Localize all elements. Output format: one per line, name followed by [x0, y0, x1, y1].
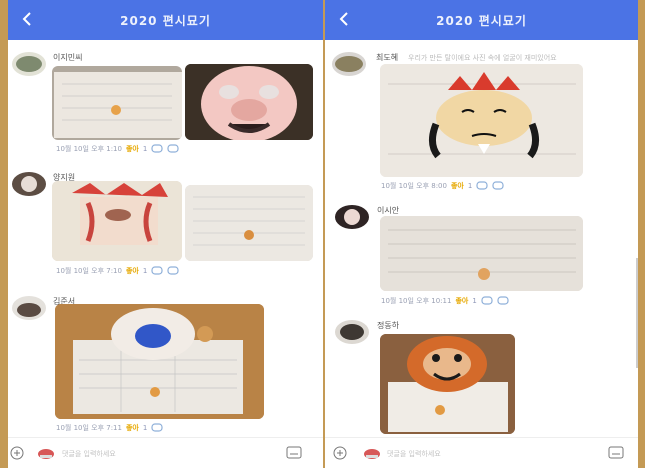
like-badge[interactable]: 좋아	[451, 181, 464, 191]
comment-bar: 댓글을 입력하세요	[8, 437, 323, 468]
post-photo[interactable]	[380, 334, 515, 434]
comment-input[interactable]: 댓글을 입력하세요	[387, 449, 441, 459]
like-badge[interactable]: 좋아	[455, 296, 468, 306]
avatar	[332, 52, 366, 76]
like-badge[interactable]: 좋아	[126, 266, 139, 276]
right-frame	[638, 0, 645, 468]
post-photo[interactable]	[55, 304, 264, 419]
comment-icon[interactable]	[167, 144, 179, 154]
right-panel: 2020 편시묘기 최도혜 우리가 만든 탈이에요 사진 속에 얼굴이 재미있어…	[325, 0, 638, 468]
comment-icon[interactable]	[167, 266, 179, 276]
back-arrow-icon[interactable]	[335, 10, 353, 28]
avatar	[12, 52, 46, 76]
post-date: 10월 10일 오후 1:10	[56, 145, 122, 153]
user-avatar-icon	[36, 446, 56, 460]
post-meta: 10월 10일 오후 7:10 좋아 1	[56, 265, 179, 277]
header-title: 2020 편시묘기	[120, 13, 211, 28]
comment-icon[interactable]	[151, 266, 163, 276]
user-avatar-icon	[362, 446, 382, 460]
add-icon[interactable]	[333, 446, 347, 460]
post-author: 이지민씨	[53, 53, 83, 62]
emoji-icon[interactable]	[608, 446, 624, 460]
comment-icon[interactable]	[497, 296, 509, 306]
post-meta: 10월 10일 오후 1:10 좋아 1	[56, 143, 179, 155]
left-panel: 2020 편시묘기 이지민씨 10월 10일 오후 1:10 좋아 1 양지원 …	[8, 0, 323, 468]
post-author: 최도혜	[376, 53, 399, 62]
like-badge[interactable]: 좋아	[126, 423, 139, 433]
avatar	[335, 205, 369, 229]
add-icon[interactable]	[10, 446, 24, 460]
like-count: 1	[142, 145, 148, 153]
post-photo[interactable]	[185, 64, 313, 140]
like-count: 1	[472, 297, 477, 305]
post-photo[interactable]	[52, 181, 182, 261]
post-author: 이시안	[377, 206, 400, 215]
like-count: 1	[467, 182, 473, 190]
comment-icon[interactable]	[492, 181, 504, 191]
post-meta: 10월 10일 오후 8:00 좋아 1	[381, 180, 504, 192]
left-frame	[0, 0, 8, 468]
comment-bar: 댓글을 입력하세요	[325, 437, 638, 468]
like-count: 1	[142, 267, 148, 275]
post-caption: 우리가 만든 탈이에요 사진 속에 얼굴이 재미있어요	[408, 54, 557, 62]
post-photo[interactable]	[380, 216, 583, 291]
post-photo[interactable]	[380, 64, 583, 177]
header-title: 2020 편시묘기	[436, 13, 527, 28]
like-count: 1	[142, 424, 148, 432]
like-badge[interactable]: 좋아	[126, 144, 139, 154]
post-author: 정동하	[377, 321, 400, 330]
post-date: 10월 10일 오후 8:00	[381, 182, 447, 190]
avatar	[335, 320, 369, 344]
top-header: 2020 편시묘기	[325, 0, 638, 40]
back-arrow-icon[interactable]	[18, 10, 36, 28]
post-date: 10월 10일 오후 7:11	[56, 424, 122, 432]
top-header: 2020 편시묘기	[8, 0, 323, 40]
post-meta: 10월 10일 오후 7:11 좋아 1	[56, 422, 163, 434]
emoji-icon[interactable]	[286, 446, 302, 460]
post-meta: 10월 10일 오후 10:11 좋아 1	[381, 295, 509, 307]
comment-icon[interactable]	[151, 423, 163, 433]
post-photo[interactable]	[52, 66, 182, 140]
comment-icon[interactable]	[481, 296, 493, 306]
avatar	[12, 172, 46, 196]
comment-icon[interactable]	[151, 144, 163, 154]
avatar	[12, 296, 46, 320]
scrollbar[interactable]	[636, 258, 638, 368]
post-date: 10월 10일 오후 10:11	[381, 297, 452, 305]
comment-icon[interactable]	[476, 181, 488, 191]
post-photo[interactable]	[185, 185, 313, 261]
post-date: 10월 10일 오후 7:10	[56, 267, 122, 275]
comment-input[interactable]: 댓글을 입력하세요	[62, 449, 116, 459]
